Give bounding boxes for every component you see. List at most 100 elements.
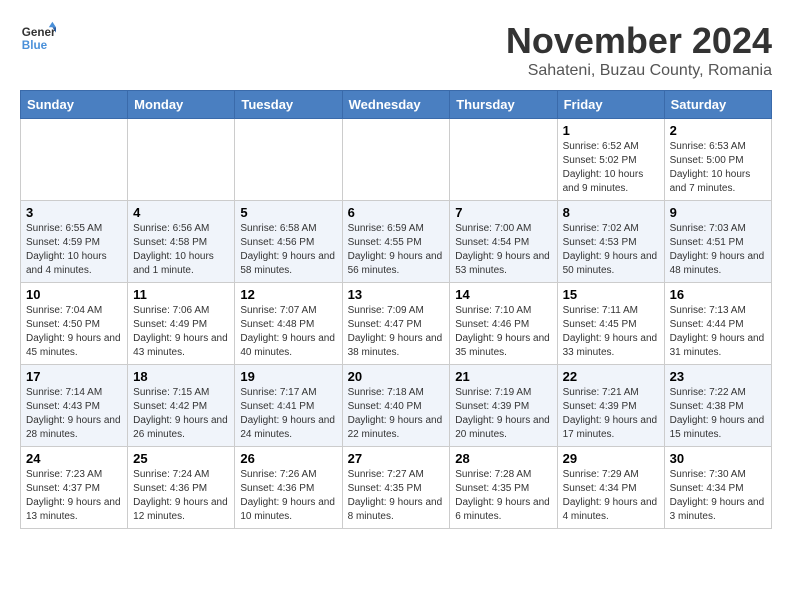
day-number: 24: [26, 451, 122, 466]
day-number: 6: [348, 205, 445, 220]
day-info: Sunrise: 7:29 AM Sunset: 4:34 PM Dayligh…: [563, 468, 659, 524]
day-info: Sunrise: 6:55 AM Sunset: 4:59 PM Dayligh…: [26, 222, 122, 278]
day-number: 7: [455, 205, 551, 220]
calendar-cell: 1 Sunrise: 6:52 AM Sunset: 5:02 PM Daylig…: [557, 119, 664, 201]
calendar-week-1: 1 Sunrise: 6:52 AM Sunset: 5:02 PM Daylig…: [21, 119, 772, 201]
day-number: 2: [670, 123, 766, 138]
day-info: Sunrise: 7:19 AM Sunset: 4:39 PM Dayligh…: [455, 386, 551, 442]
day-info: Sunrise: 7:17 AM Sunset: 4:41 PM Dayligh…: [240, 386, 336, 442]
day-info: Sunrise: 7:04 AM Sunset: 4:50 PM Dayligh…: [26, 304, 122, 360]
calendar-cell: 13 Sunrise: 7:09 AM Sunset: 4:47 PM Dayli…: [342, 283, 450, 365]
calendar-cell: 2 Sunrise: 6:53 AM Sunset: 5:00 PM Daylig…: [664, 119, 771, 201]
svg-text:General: General: [22, 26, 56, 39]
day-info: Sunrise: 7:15 AM Sunset: 4:42 PM Dayligh…: [133, 386, 229, 442]
day-number: 13: [348, 287, 445, 302]
header-day-monday: Monday: [128, 91, 235, 119]
calendar-cell: [128, 119, 235, 201]
day-info: Sunrise: 7:26 AM Sunset: 4:36 PM Dayligh…: [240, 468, 336, 524]
calendar-cell: [235, 119, 342, 201]
title-block: November 2024 Sahateni, Buzau County, Ro…: [506, 20, 772, 80]
day-info: Sunrise: 6:58 AM Sunset: 4:56 PM Dayligh…: [240, 222, 336, 278]
day-number: 23: [670, 369, 766, 384]
calendar-cell: 29 Sunrise: 7:29 AM Sunset: 4:34 PM Dayli…: [557, 447, 664, 529]
day-info: Sunrise: 7:27 AM Sunset: 4:35 PM Dayligh…: [348, 468, 445, 524]
day-number: 21: [455, 369, 551, 384]
calendar-cell: 3 Sunrise: 6:55 AM Sunset: 4:59 PM Daylig…: [21, 201, 128, 283]
svg-text:Blue: Blue: [22, 39, 48, 52]
calendar-cell: 9Sunrise: 7:03 AM Sunset: 4:51 PM Daylig…: [664, 201, 771, 283]
calendar-cell: 5 Sunrise: 6:58 AM Sunset: 4:56 PM Daylig…: [235, 201, 342, 283]
header-day-saturday: Saturday: [664, 91, 771, 119]
header-day-thursday: Thursday: [450, 91, 557, 119]
day-number: 1: [563, 123, 659, 138]
day-number: 26: [240, 451, 336, 466]
day-info: Sunrise: 7:28 AM Sunset: 4:35 PM Dayligh…: [455, 468, 551, 524]
calendar-cell: 12 Sunrise: 7:07 AM Sunset: 4:48 PM Dayli…: [235, 283, 342, 365]
day-info: Sunrise: 7:24 AM Sunset: 4:36 PM Dayligh…: [133, 468, 229, 524]
day-number: 15: [563, 287, 659, 302]
day-number: 19: [240, 369, 336, 384]
day-info: Sunrise: 7:14 AM Sunset: 4:43 PM Dayligh…: [26, 386, 122, 442]
day-number: 14: [455, 287, 551, 302]
calendar-cell: 25 Sunrise: 7:24 AM Sunset: 4:36 PM Dayli…: [128, 447, 235, 529]
calendar-cell: [21, 119, 128, 201]
day-info: Sunrise: 7:30 AM Sunset: 4:34 PM Dayligh…: [670, 468, 766, 524]
day-number: 10: [26, 287, 122, 302]
day-info: Sunrise: 7:09 AM Sunset: 4:47 PM Dayligh…: [348, 304, 445, 360]
day-info: Sunrise: 7:18 AM Sunset: 4:40 PM Dayligh…: [348, 386, 445, 442]
day-number: 12: [240, 287, 336, 302]
calendar-cell: 19 Sunrise: 7:17 AM Sunset: 4:41 PM Dayli…: [235, 365, 342, 447]
calendar-cell: [450, 119, 557, 201]
calendar-cell: 11Sunrise: 7:06 AM Sunset: 4:49 PM Dayli…: [128, 283, 235, 365]
day-number: 30: [670, 451, 766, 466]
day-info: Sunrise: 7:07 AM Sunset: 4:48 PM Dayligh…: [240, 304, 336, 360]
header-day-sunday: Sunday: [21, 91, 128, 119]
logo-icon: General Blue: [20, 20, 56, 56]
calendar-cell: 10 Sunrise: 7:04 AM Sunset: 4:50 PM Dayli…: [21, 283, 128, 365]
calendar-cell: 28 Sunrise: 7:28 AM Sunset: 4:35 PM Dayli…: [450, 447, 557, 529]
day-number: 5: [240, 205, 336, 220]
calendar-cell: 22 Sunrise: 7:21 AM Sunset: 4:39 PM Dayli…: [557, 365, 664, 447]
calendar-week-4: 17 Sunrise: 7:14 AM Sunset: 4:43 PM Dayli…: [21, 365, 772, 447]
day-info: Sunrise: 7:11 AM Sunset: 4:45 PM Dayligh…: [563, 304, 659, 360]
calendar-cell: 6 Sunrise: 6:59 AM Sunset: 4:55 PM Daylig…: [342, 201, 450, 283]
day-info: Sunrise: 6:53 AM Sunset: 5:00 PM Dayligh…: [670, 140, 766, 196]
header-day-wednesday: Wednesday: [342, 91, 450, 119]
day-info: Sunrise: 7:02 AM Sunset: 4:53 PM Dayligh…: [563, 222, 659, 278]
day-number: 17: [26, 369, 122, 384]
day-info: Sunrise: 7:10 AM Sunset: 4:46 PM Dayligh…: [455, 304, 551, 360]
day-number: 18: [133, 369, 229, 384]
day-number: 16: [670, 287, 766, 302]
calendar-cell: 15 Sunrise: 7:11 AM Sunset: 4:45 PM Dayli…: [557, 283, 664, 365]
calendar-cell: 26 Sunrise: 7:26 AM Sunset: 4:36 PM Dayli…: [235, 447, 342, 529]
calendar-cell: 8 Sunrise: 7:02 AM Sunset: 4:53 PM Daylig…: [557, 201, 664, 283]
day-info: Sunrise: 6:52 AM Sunset: 5:02 PM Dayligh…: [563, 140, 659, 196]
calendar-cell: 4Sunrise: 6:56 AM Sunset: 4:58 PM Daylig…: [128, 201, 235, 283]
calendar-cell: 27Sunrise: 7:27 AM Sunset: 4:35 PM Dayli…: [342, 447, 450, 529]
calendar-week-5: 24Sunrise: 7:23 AM Sunset: 4:37 PM Dayli…: [21, 447, 772, 529]
day-info: Sunrise: 7:21 AM Sunset: 4:39 PM Dayligh…: [563, 386, 659, 442]
day-info: Sunrise: 6:59 AM Sunset: 4:55 PM Dayligh…: [348, 222, 445, 278]
day-number: 28: [455, 451, 551, 466]
calendar-cell: 20 Sunrise: 7:18 AM Sunset: 4:40 PM Dayli…: [342, 365, 450, 447]
day-number: 25: [133, 451, 229, 466]
day-info: Sunrise: 7:06 AM Sunset: 4:49 PM Dayligh…: [133, 304, 229, 360]
calendar-cell: [342, 119, 450, 201]
day-info: Sunrise: 6:56 AM Sunset: 4:58 PM Dayligh…: [133, 222, 229, 278]
day-number: 29: [563, 451, 659, 466]
calendar-cell: 24Sunrise: 7:23 AM Sunset: 4:37 PM Dayli…: [21, 447, 128, 529]
header-day-tuesday: Tuesday: [235, 91, 342, 119]
day-info: Sunrise: 7:22 AM Sunset: 4:38 PM Dayligh…: [670, 386, 766, 442]
day-number: 20: [348, 369, 445, 384]
day-info: Sunrise: 7:03 AM Sunset: 4:51 PM Dayligh…: [670, 222, 766, 278]
day-number: 3: [26, 205, 122, 220]
month-title: November 2024: [506, 20, 772, 62]
calendar-week-3: 10 Sunrise: 7:04 AM Sunset: 4:50 PM Dayli…: [21, 283, 772, 365]
day-info: Sunrise: 7:13 AM Sunset: 4:44 PM Dayligh…: [670, 304, 766, 360]
calendar-table: SundayMondayTuesdayWednesdayThursdayFrid…: [20, 90, 772, 529]
calendar-week-2: 3 Sunrise: 6:55 AM Sunset: 4:59 PM Daylig…: [21, 201, 772, 283]
day-number: 8: [563, 205, 659, 220]
day-number: 22: [563, 369, 659, 384]
calendar-cell: 7Sunrise: 7:00 AM Sunset: 4:54 PM Daylig…: [450, 201, 557, 283]
calendar-header-row: SundayMondayTuesdayWednesdayThursdayFrid…: [21, 91, 772, 119]
